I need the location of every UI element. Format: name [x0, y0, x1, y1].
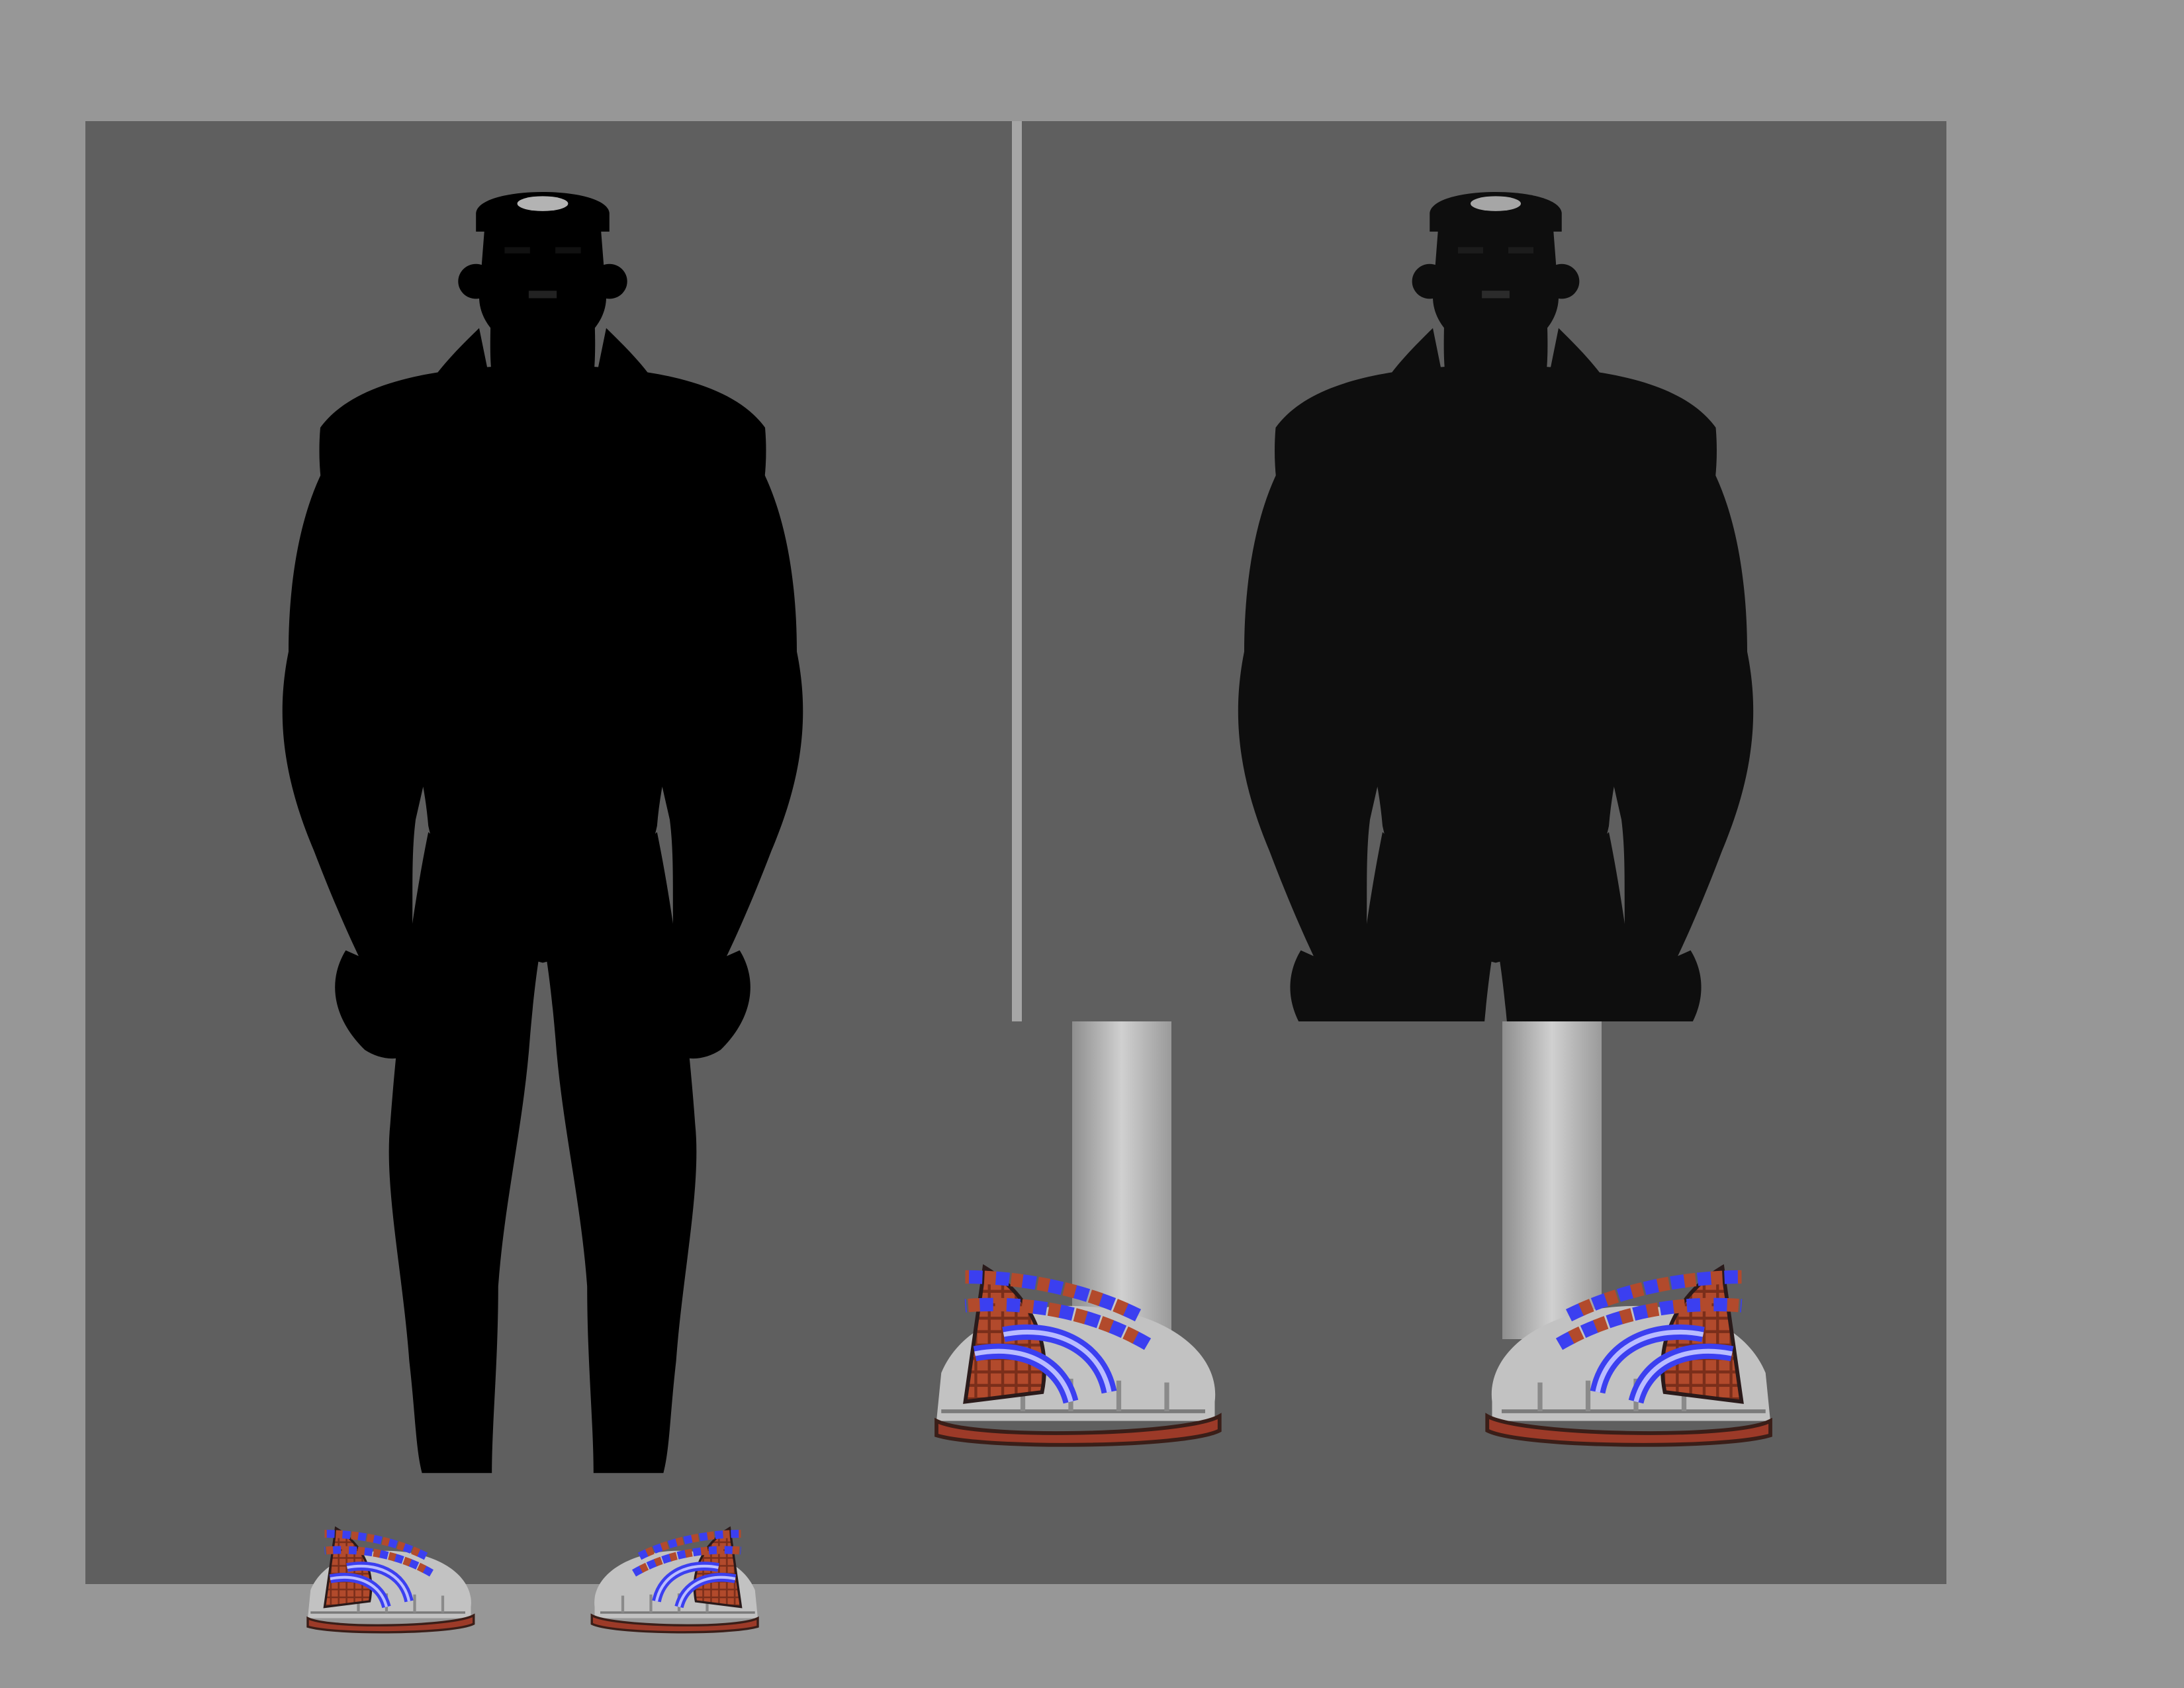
panel-divider [1012, 121, 1022, 1021]
character-turnaround-sheet: .g1 .skin { fill: #c4c4c4; } .g1 .beard … [0, 0, 2184, 1688]
turnaround-canvas: .g1 .skin { fill: #c4c4c4; } .g1 .beard … [85, 121, 1946, 1688]
closeup-right-leg [1502, 1021, 1602, 1339]
